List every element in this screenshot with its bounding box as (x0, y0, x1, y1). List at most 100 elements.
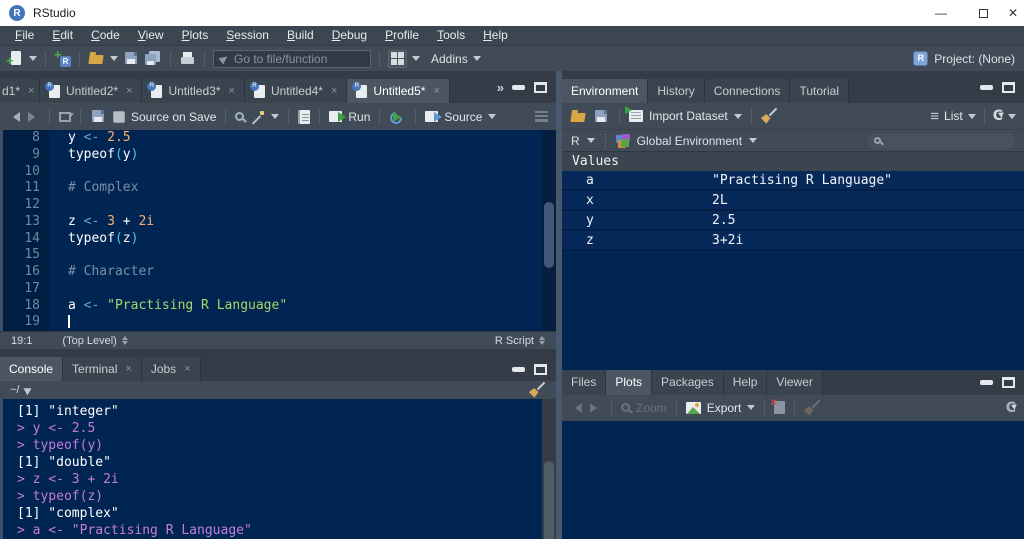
editor-scrollbar[interactable] (542, 130, 556, 331)
source-tab-Untitled2[interactable]: Untitled2* × (40, 79, 143, 103)
scope-selector[interactable]: (Top Level) (62, 333, 128, 348)
document-outline-icon[interactable] (535, 111, 548, 122)
minimize-environment-pane-button[interactable] (980, 84, 993, 90)
export-plot-icon[interactable] (685, 401, 701, 414)
tab-close-icon[interactable]: × (125, 363, 131, 375)
maximize-console-pane-button[interactable] (534, 363, 547, 375)
list-view-dropdown-icon[interactable] (967, 113, 976, 123)
minimize-source-pane-button[interactable] (512, 84, 525, 90)
panes-dropdown-icon[interactable] (412, 56, 420, 65)
environment-value-row[interactable]: x 2L (562, 191, 1024, 211)
menu-plots[interactable]: Plots (173, 27, 218, 44)
open-file-icon[interactable] (88, 50, 105, 67)
save-workspace-icon[interactable] (593, 108, 610, 125)
find-replace-icon[interactable] (235, 112, 245, 121)
show-in-new-window-icon[interactable] (59, 111, 71, 122)
export-dropdown-icon[interactable] (747, 405, 756, 414)
goto-file-function-input[interactable] (234, 51, 364, 66)
environment-search-box[interactable] (867, 132, 1015, 149)
workspace-panes-icon[interactable] (388, 49, 407, 68)
environment-selector[interactable]: Global Environment (637, 134, 742, 148)
source-tab-Untitled5[interactable]: Untitled5* × (347, 79, 450, 103)
menu-debug[interactable]: Debug (323, 27, 376, 44)
minimize-console-pane-button[interactable] (512, 366, 525, 372)
rerun-icon[interactable] (389, 110, 406, 123)
run-icon[interactable] (329, 111, 347, 122)
import-dataset-dropdown-icon[interactable] (733, 113, 742, 123)
clear-console-icon[interactable] (529, 382, 546, 398)
horizontal-splitter[interactable] (0, 349, 556, 357)
source-label[interactable]: Source (444, 110, 482, 124)
plots-tab-viewer[interactable]: Viewer (767, 369, 823, 395)
source-dropdown-icon[interactable] (488, 114, 497, 123)
refresh-plots-icon[interactable]: C (1006, 401, 1016, 415)
addins-button[interactable]: Addins (431, 52, 468, 66)
new-project-icon[interactable]: + R (54, 48, 71, 67)
environment-tab-connections[interactable]: Connections (704, 79, 791, 103)
new-file-icon[interactable]: + (6, 50, 24, 67)
list-view-button[interactable]: List (944, 109, 963, 123)
tab-close-icon[interactable]: × (184, 363, 190, 375)
list-view-icon[interactable]: ≡ (930, 109, 939, 124)
menu-edit[interactable]: Edit (43, 27, 82, 44)
source-tab-Untitled4[interactable]: Untitled4* × (244, 79, 348, 103)
tab-close-icon[interactable]: × (126, 85, 132, 97)
environment-value-row[interactable]: a "Practising R Language" (562, 171, 1024, 191)
previous-plot-icon[interactable] (570, 402, 583, 413)
project-menu-button[interactable]: Project: (None) (934, 52, 1015, 66)
clear-environment-icon[interactable] (761, 108, 778, 124)
plots-tab-help[interactable]: Help (723, 369, 768, 395)
zoom-plot-label[interactable]: Zoom (636, 401, 667, 415)
import-dataset-button[interactable]: Import Dataset (649, 109, 728, 123)
new-file-dropdown-icon[interactable] (29, 56, 37, 65)
remove-plot-icon[interactable] (770, 395, 786, 414)
save-source-icon[interactable] (90, 108, 107, 125)
minimize-window-button[interactable]: — (920, 0, 962, 26)
environment-value-row[interactable]: z 3+2i (562, 231, 1024, 251)
tab-close-icon[interactable]: × (433, 85, 439, 97)
maximize-source-pane-button[interactable] (534, 81, 547, 93)
source-tab-d1[interactable]: d1* × (0, 79, 40, 103)
menu-view[interactable]: View (129, 27, 173, 44)
addins-dropdown-icon[interactable] (472, 56, 481, 65)
plots-tab-files[interactable]: Files (562, 369, 607, 395)
export-plot-button[interactable]: Export (707, 401, 742, 415)
console-tab-console[interactable]: Console (0, 357, 64, 381)
file-type-selector[interactable]: R Script (495, 333, 545, 348)
clear-plots-icon[interactable] (804, 400, 821, 416)
tab-close-icon[interactable]: × (229, 85, 235, 97)
code-tools-dropdown-icon[interactable] (271, 114, 280, 123)
menu-session[interactable]: Session (217, 27, 278, 44)
environment-tab-tutorial[interactable]: Tutorial (790, 79, 850, 103)
menu-help[interactable]: Help (474, 27, 517, 44)
print-icon[interactable] (179, 50, 196, 67)
back-icon[interactable] (8, 111, 21, 122)
plots-tab-plots[interactable]: Plots (606, 369, 653, 395)
close-window-button[interactable]: ✕ (1004, 0, 1024, 26)
goto-directory-icon[interactable] (23, 384, 35, 396)
console-tab-terminal[interactable]: Terminal × (63, 357, 142, 381)
maximize-window-button[interactable] (962, 0, 1004, 26)
refresh-environment-icon[interactable]: C (993, 109, 1003, 123)
source-script-icon[interactable] (425, 111, 443, 122)
tab-close-icon[interactable]: × (331, 85, 337, 97)
menu-build[interactable]: Build (278, 27, 323, 44)
menu-profile[interactable]: Profile (376, 27, 428, 44)
console-scrollbar-thumb[interactable] (544, 461, 554, 539)
plots-tab-packages[interactable]: Packages (652, 369, 724, 395)
run-label[interactable]: Run (348, 110, 370, 124)
refresh-dropdown-icon[interactable] (1008, 113, 1016, 123)
menu-file[interactable]: File (6, 27, 43, 44)
compile-report-icon[interactable] (298, 109, 311, 124)
console-tab-jobs[interactable]: Jobs × (141, 357, 201, 381)
source-on-save-checkbox[interactable] (113, 110, 125, 123)
next-plot-icon[interactable] (589, 402, 602, 413)
tab-close-icon[interactable]: × (28, 85, 34, 97)
environment-dropdown-icon[interactable] (749, 138, 758, 147)
import-dataset-icon[interactable] (625, 106, 643, 122)
language-selector[interactable]: R (571, 134, 580, 148)
goto-file-function-box[interactable] (213, 49, 371, 68)
save-all-icon[interactable] (145, 50, 162, 67)
environment-search-input[interactable] (886, 134, 1008, 147)
maximize-environment-pane-button[interactable] (1002, 81, 1015, 93)
